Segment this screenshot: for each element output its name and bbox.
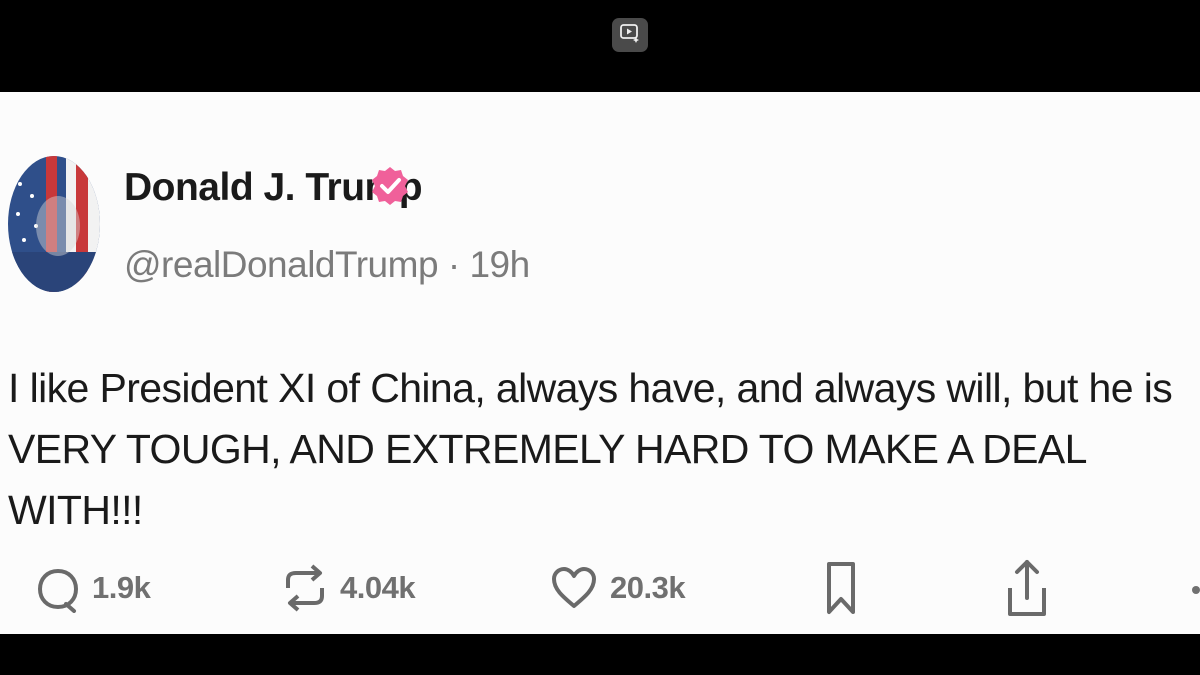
retruth-button[interactable]: 4.04k [282, 558, 416, 618]
repost-icon [282, 560, 328, 616]
post-meta: @realDonaldTrump · 19h [124, 244, 530, 286]
post-time[interactable]: 19h [469, 244, 530, 285]
share-icon [1004, 556, 1050, 620]
meta-separator: · [447, 244, 460, 285]
reply-button[interactable]: 1.9k [36, 558, 151, 618]
avatar[interactable] [8, 156, 100, 292]
reply-icon [36, 563, 80, 613]
bookmark-icon [822, 560, 860, 616]
more-options-icon[interactable] [1192, 586, 1200, 594]
share-button[interactable] [1004, 558, 1050, 618]
like-count: 20.3k [610, 570, 686, 605]
video-top-bar [0, 0, 1200, 92]
video-player-button[interactable] [612, 18, 648, 52]
verified-badge-icon [370, 166, 410, 206]
author-handle[interactable]: @realDonaldTrump [124, 244, 439, 285]
reply-count: 1.9k [92, 570, 151, 605]
post-text: I like President XI of China, always hav… [8, 365, 1173, 533]
bookmark-button[interactable] [822, 558, 860, 618]
video-bottom-bar [0, 634, 1200, 675]
post-card: Donald J. Trump @realDonaldTrump · 19h I… [0, 92, 1200, 634]
like-button[interactable]: 20.3k [550, 558, 686, 618]
heart-icon [550, 564, 598, 612]
retruth-count: 4.04k [340, 570, 416, 605]
video-icon [619, 23, 641, 48]
